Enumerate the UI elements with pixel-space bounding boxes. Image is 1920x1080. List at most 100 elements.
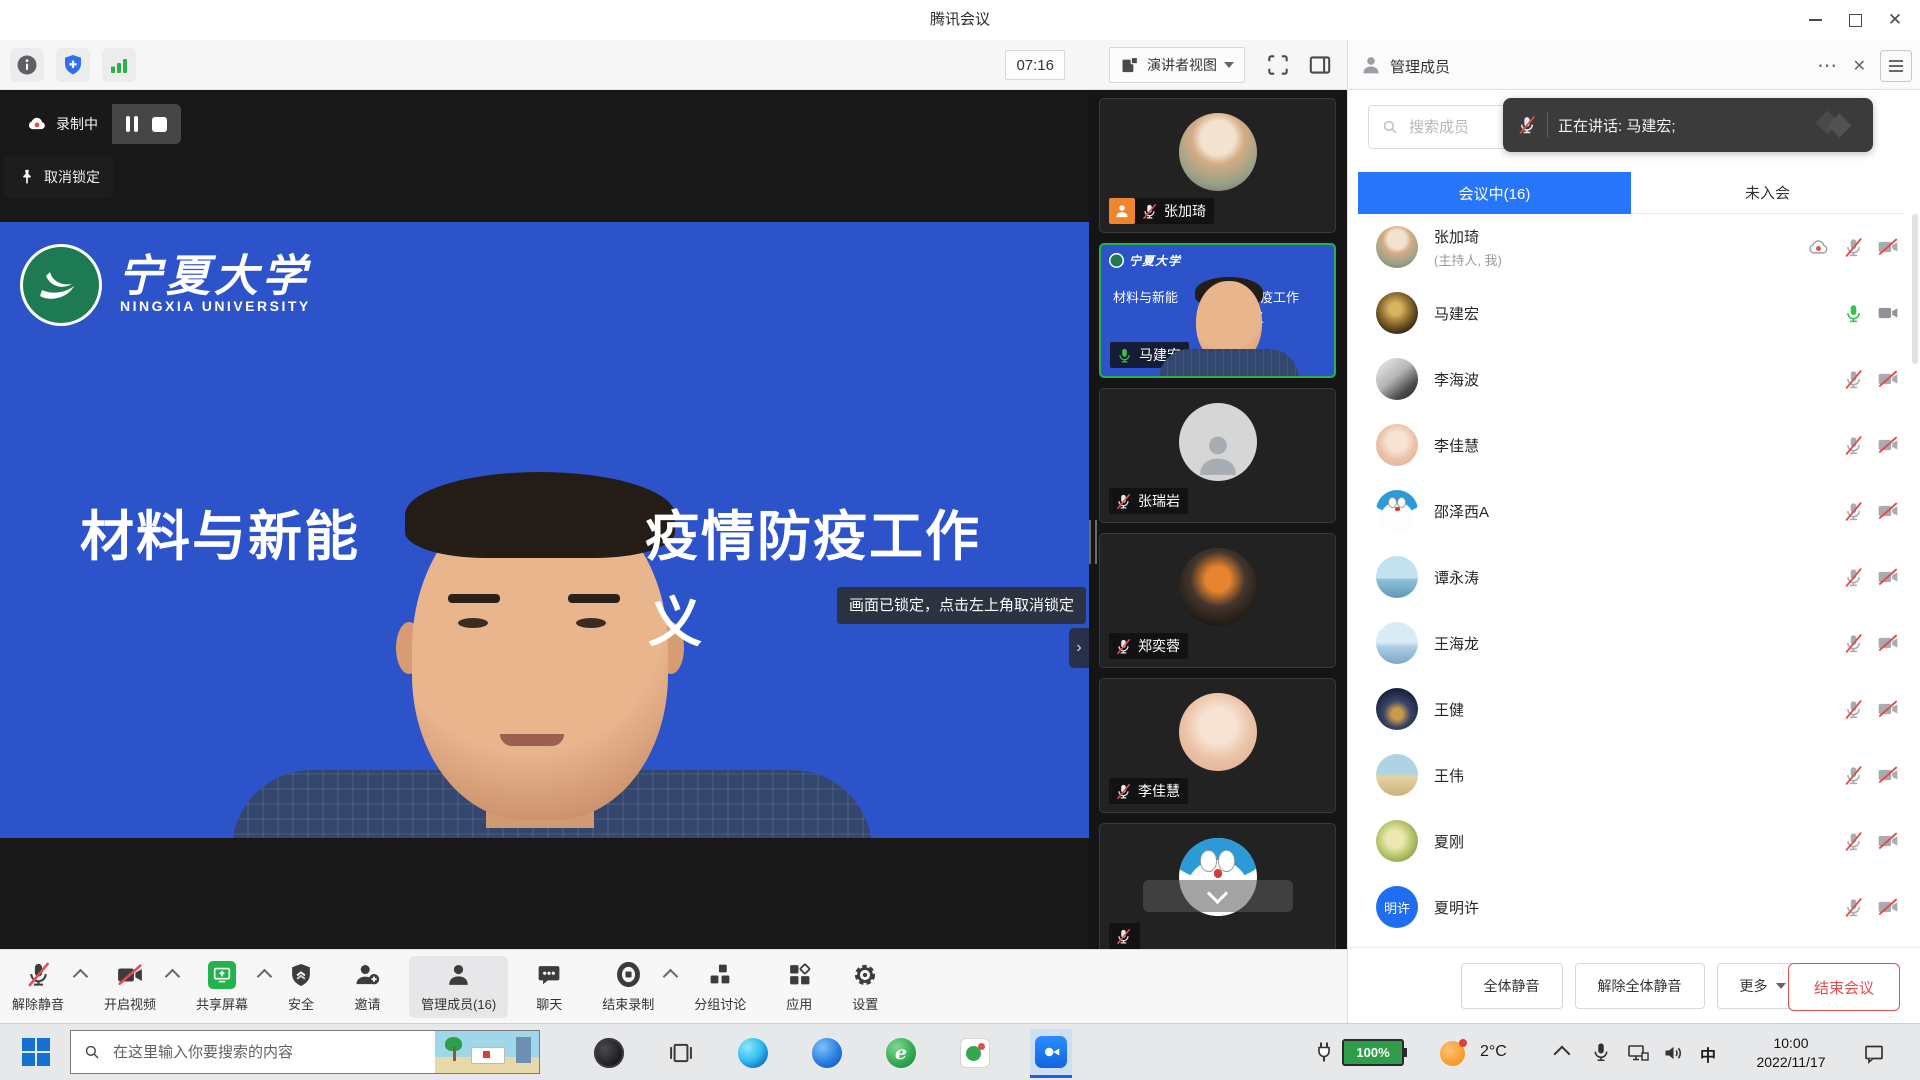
stop-recording-button[interactable]	[152, 117, 167, 132]
action-center-icon[interactable]	[1862, 1041, 1886, 1065]
camera-off-icon[interactable]	[1877, 764, 1899, 786]
mic-off-icon[interactable]	[1843, 369, 1864, 390]
power-plug-icon[interactable]	[1312, 1040, 1336, 1064]
video-thumbnail[interactable]: 张加琦	[1099, 98, 1336, 233]
close-panel-icon[interactable]: ✕	[1853, 56, 1866, 76]
meeting-info-button[interactable]	[10, 48, 44, 82]
member-row[interactable]: 明许夏明许	[1348, 874, 1920, 940]
chevron-up-icon[interactable]	[73, 968, 89, 984]
member-row[interactable]: 李海波	[1348, 346, 1920, 412]
mic-off-icon[interactable]	[1843, 765, 1864, 786]
toolbar-item-security-shield[interactable]: 安全	[288, 961, 314, 1013]
mic-off-icon[interactable]	[1843, 699, 1864, 720]
fullscreen-button[interactable]	[1265, 52, 1291, 78]
temperature-label[interactable]: 2°C	[1480, 1043, 1507, 1061]
scrollbar-thumb[interactable]	[1912, 214, 1918, 364]
task-view-button[interactable]	[660, 1032, 702, 1074]
chevron-up-icon[interactable]	[663, 968, 679, 984]
camera-off-icon[interactable]	[1877, 434, 1899, 456]
unpin-screen-button[interactable]: 取消锁定	[4, 156, 114, 198]
camera-on-icon[interactable]	[1877, 302, 1899, 324]
mute-all-button[interactable]: 全体静音	[1461, 963, 1563, 1009]
security-protection-button[interactable]	[56, 48, 90, 82]
camera-off-icon[interactable]	[1877, 236, 1899, 258]
toolbar-item-share-screen[interactable]: 共享屏幕	[196, 961, 248, 1013]
video-thumbnail[interactable]: 郑奕蓉	[1099, 533, 1336, 668]
taskbar-edge-button[interactable]	[732, 1032, 774, 1074]
video-thumbnail[interactable]: 宁夏大学材料与新能疫情防疫工作义马建宏	[1099, 243, 1336, 378]
mic-off-icon[interactable]	[1843, 435, 1864, 456]
toolbar-item-stop-recording[interactable]: 结束录制	[602, 961, 654, 1013]
close-button[interactable]: ✕	[1886, 11, 1904, 29]
tab-not-joined[interactable]: 未入会	[1631, 172, 1904, 214]
taskbar-tencent-meeting-button[interactable]	[1030, 1029, 1072, 1078]
more-options-icon[interactable]: ⋯	[1817, 53, 1838, 78]
member-row[interactable]: 王海龙	[1348, 610, 1920, 676]
video-thumbnail[interactable]: 张瑞岩	[1099, 388, 1336, 523]
maximize-button[interactable]	[1846, 11, 1864, 29]
taskbar-search-box[interactable]	[70, 1030, 540, 1074]
toggle-sidebar-button[interactable]	[1307, 52, 1333, 78]
weather-icon[interactable]	[1440, 1041, 1465, 1066]
camera-off-icon[interactable]	[1877, 368, 1899, 390]
taskbar-search-input[interactable]	[111, 1043, 425, 1062]
chevron-up-icon[interactable]	[165, 968, 181, 984]
battery-indicator[interactable]: 100%	[1342, 1039, 1404, 1066]
member-row[interactable]: 王健	[1348, 676, 1920, 742]
chevron-up-icon[interactable]	[257, 968, 273, 984]
minimize-button[interactable]	[1806, 11, 1824, 29]
toolbar-item-apps[interactable]: 应用	[786, 961, 812, 1013]
toolbar-item-breakout-rooms[interactable]: 分组讨论	[694, 961, 746, 1013]
camera-off-icon[interactable]	[1877, 566, 1899, 588]
taskbar-browser-green[interactable]: e	[880, 1032, 922, 1074]
member-row[interactable]: 王伟	[1348, 742, 1920, 808]
taskbar-app-blue[interactable]	[806, 1032, 848, 1074]
collapse-thumbnails-chevron[interactable]: ›	[1069, 628, 1089, 668]
view-mode-dropdown[interactable]: 演讲者视图	[1109, 47, 1245, 83]
tab-in-meeting[interactable]: 会议中(16)	[1358, 172, 1631, 214]
camera-off-icon[interactable]	[1877, 896, 1899, 918]
unmute-all-button[interactable]: 解除全体静音	[1575, 963, 1705, 1009]
network-icon[interactable]	[1626, 1041, 1650, 1065]
member-row[interactable]: 马建宏	[1348, 280, 1920, 346]
toolbar-item-manage-members[interactable]: 管理成员(16)	[409, 956, 508, 1018]
clock[interactable]: 10:00 2022/11/17	[1735, 1034, 1847, 1072]
mic-off-icon[interactable]	[1843, 501, 1864, 522]
ime-indicator[interactable]: 中	[1700, 1042, 1716, 1066]
mic-off-icon[interactable]	[1843, 237, 1864, 258]
tray-mic-icon[interactable]	[1590, 1041, 1612, 1063]
toolbar-item-mic-off[interactable]: 解除静音	[12, 961, 64, 1013]
member-row[interactable]: 李佳慧	[1348, 412, 1920, 478]
tray-chevron-up-icon[interactable]	[1554, 1046, 1571, 1063]
member-row[interactable]: 谭永涛	[1348, 544, 1920, 610]
taskbar-app-dark-circle[interactable]	[588, 1032, 630, 1074]
search-highlight-image[interactable]	[435, 1031, 539, 1073]
camera-off-icon[interactable]	[1877, 500, 1899, 522]
mic-off-icon[interactable]	[1843, 633, 1864, 654]
camera-off-icon[interactable]	[1877, 698, 1899, 720]
mic-off-icon[interactable]	[1843, 567, 1864, 588]
volume-icon[interactable]	[1662, 1041, 1686, 1065]
member-row[interactable]: 张加琦(主持人, 我)	[1348, 214, 1920, 280]
mic-off-icon[interactable]	[1843, 831, 1864, 852]
video-thumbnail[interactable]: 李佳慧	[1099, 678, 1336, 813]
mic-off-icon[interactable]	[1843, 897, 1864, 918]
start-menu-button[interactable]	[22, 1038, 50, 1066]
camera-off-icon[interactable]	[1877, 632, 1899, 654]
network-quality-button[interactable]	[102, 48, 136, 82]
toolbar-item-chat[interactable]: 聊天	[536, 961, 562, 1013]
toolbar-item-invite-user[interactable]: 邀请	[354, 961, 381, 1013]
expand-thumbnails-button[interactable]	[1143, 880, 1293, 912]
member-row[interactable]: 夏刚	[1348, 808, 1920, 874]
toolbar-item-camera-off[interactable]: 开启视频	[104, 961, 156, 1013]
pause-recording-button[interactable]	[126, 116, 138, 132]
video-thumbnail[interactable]	[1099, 823, 1336, 949]
panel-menu-button[interactable]	[1880, 50, 1912, 82]
toolbar-item-settings-gear[interactable]: 设置	[852, 961, 878, 1013]
taskbar-app-messenger[interactable]	[954, 1032, 996, 1074]
end-meeting-button[interactable]: 结束会议	[1788, 963, 1900, 1011]
mic-on-icon[interactable]	[1843, 303, 1864, 324]
camera-off-icon[interactable]	[1877, 830, 1899, 852]
column-resize-handle[interactable]	[1089, 520, 1097, 564]
member-row[interactable]: 邵泽西A	[1348, 478, 1920, 544]
